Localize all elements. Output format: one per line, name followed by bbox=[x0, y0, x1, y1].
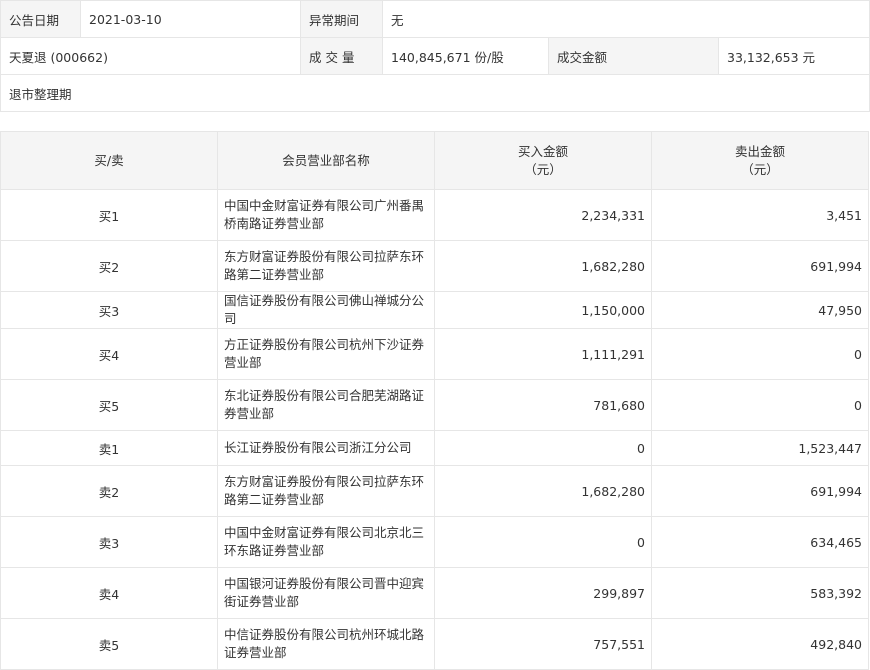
row-sell-amount: 47,950 bbox=[651, 291, 869, 329]
header-branch-name: 会员营业部名称 bbox=[217, 131, 435, 190]
table-row: 卖2 东方财富证券股份有限公司拉萨东环路第二证券营业部 1,682,280 69… bbox=[0, 465, 869, 517]
row-side: 买4 bbox=[0, 328, 218, 380]
row-side: 买2 bbox=[0, 240, 218, 292]
volume-label: 成 交 量 bbox=[301, 38, 383, 74]
header-sell-line2: （元） bbox=[741, 161, 779, 177]
row-sell-amount: 492,840 bbox=[651, 618, 869, 670]
table-row: 买4 方正证券股份有限公司杭州下沙证券营业部 1,111,291 0 bbox=[0, 328, 869, 380]
info-row-reason: 退市整理期 bbox=[1, 75, 869, 112]
table-row: 卖1 长江证券股份有限公司浙江分公司 0 1,523,447 bbox=[0, 430, 869, 466]
header-buy-amount: 买入金额 （元） bbox=[434, 131, 652, 190]
row-branch-name: 国信证券股份有限公司佛山禅城分公司 bbox=[217, 291, 435, 329]
row-sell-amount: 3,451 bbox=[651, 189, 869, 241]
row-side: 卖5 bbox=[0, 618, 218, 670]
row-side: 卖3 bbox=[0, 516, 218, 568]
row-side: 买5 bbox=[0, 379, 218, 431]
header-sell-line1: 卖出金额 bbox=[734, 143, 785, 159]
header-buy-line1: 买入金额 bbox=[517, 143, 568, 159]
row-buy-amount: 757,551 bbox=[434, 618, 652, 670]
row-buy-amount: 2,234,331 bbox=[434, 189, 652, 241]
row-buy-amount: 1,150,000 bbox=[434, 291, 652, 329]
row-sell-amount: 583,392 bbox=[651, 567, 869, 619]
row-side: 卖4 bbox=[0, 567, 218, 619]
row-buy-amount: 0 bbox=[434, 430, 652, 466]
row-branch-name: 东方财富证券股份有限公司拉萨东环路第二证券营业部 bbox=[217, 465, 435, 517]
row-branch-name: 方正证券股份有限公司杭州下沙证券营业部 bbox=[217, 328, 435, 380]
row-branch-name: 中国中金财富证券有限公司北京北三环东路证券营业部 bbox=[217, 516, 435, 568]
amount-value: 33,132,653 元 bbox=[727, 49, 816, 65]
listing-reason: 退市整理期 bbox=[9, 86, 72, 102]
row-side: 卖1 bbox=[0, 430, 218, 466]
row-side: 买1 bbox=[0, 189, 218, 241]
abnormal-period-label: 异常期间 bbox=[301, 1, 383, 37]
date-value: 2021-03-10 bbox=[81, 1, 301, 37]
date-label: 公告日期 bbox=[1, 1, 81, 37]
row-sell-amount: 1,523,447 bbox=[651, 430, 869, 466]
row-branch-name: 中国银河证券股份有限公司晋中迎宾街证券营业部 bbox=[217, 567, 435, 619]
row-sell-amount: 634,465 bbox=[651, 516, 869, 568]
row-buy-amount: 1,682,280 bbox=[434, 240, 652, 292]
stock-name: 天夏退 (000662) bbox=[1, 38, 301, 74]
table-header-row: 买/卖 会员营业部名称 买入金额 （元） 卖出金额 （元） bbox=[0, 131, 869, 190]
info-row-date: 公告日期 2021-03-10 异常期间 无 bbox=[1, 1, 869, 38]
row-buy-amount: 299,897 bbox=[434, 567, 652, 619]
table-row: 卖3 中国中金财富证券有限公司北京北三环东路证券营业部 0 634,465 bbox=[0, 516, 869, 568]
trading-seats-table: 买/卖 会员营业部名称 买入金额 （元） 卖出金额 （元） 买1 中国中金财富证券有… bbox=[0, 131, 869, 670]
table-row: 买3 国信证券股份有限公司佛山禅城分公司 1,150,000 47,950 bbox=[0, 291, 869, 329]
row-branch-name: 中国中金财富证券有限公司广州番禺桥南路证券营业部 bbox=[217, 189, 435, 241]
table-row: 卖4 中国银河证券股份有限公司晋中迎宾街证券营业部 299,897 583,39… bbox=[0, 567, 869, 619]
info-row-volume: 天夏退 (000662) 成 交 量 140,845,671 份/股 成交金额 … bbox=[1, 38, 869, 75]
abnormal-period-value: 无 bbox=[391, 12, 404, 28]
table-row: 买5 东北证券股份有限公司合肥芜湖路证券营业部 781,680 0 bbox=[0, 379, 869, 431]
row-branch-name: 长江证券股份有限公司浙江分公司 bbox=[217, 430, 435, 466]
row-sell-amount: 0 bbox=[651, 379, 869, 431]
table-row: 买1 中国中金财富证券有限公司广州番禺桥南路证券营业部 2,234,331 3,… bbox=[0, 189, 869, 241]
table-row: 卖5 中信证券股份有限公司杭州环城北路证券营业部 757,551 492,840 bbox=[0, 618, 869, 670]
volume-value: 140,845,671 份/股 bbox=[383, 38, 549, 74]
header-side: 买/卖 bbox=[0, 131, 218, 190]
header-buy-line2: （元） bbox=[524, 161, 562, 177]
row-buy-amount: 0 bbox=[434, 516, 652, 568]
header-sell-amount: 卖出金额 （元） bbox=[651, 131, 869, 190]
row-buy-amount: 1,682,280 bbox=[434, 465, 652, 517]
row-sell-amount: 0 bbox=[651, 328, 869, 380]
row-sell-amount: 691,994 bbox=[651, 240, 869, 292]
amount-label: 成交金额 bbox=[549, 38, 719, 74]
row-buy-amount: 781,680 bbox=[434, 379, 652, 431]
row-side: 买3 bbox=[0, 291, 218, 329]
row-sell-amount: 691,994 bbox=[651, 465, 869, 517]
row-branch-name: 中信证券股份有限公司杭州环城北路证券营业部 bbox=[217, 618, 435, 670]
row-buy-amount: 1,111,291 bbox=[434, 328, 652, 380]
row-side: 卖2 bbox=[0, 465, 218, 517]
row-branch-name: 东北证券股份有限公司合肥芜湖路证券营业部 bbox=[217, 379, 435, 431]
table-row: 买2 东方财富证券股份有限公司拉萨东环路第二证券营业部 1,682,280 69… bbox=[0, 240, 869, 292]
row-branch-name: 东方财富证券股份有限公司拉萨东环路第二证券营业部 bbox=[217, 240, 435, 292]
stock-info-panel: 公告日期 2021-03-10 异常期间 无 天夏退 (000662) 成 交 … bbox=[0, 0, 870, 112]
